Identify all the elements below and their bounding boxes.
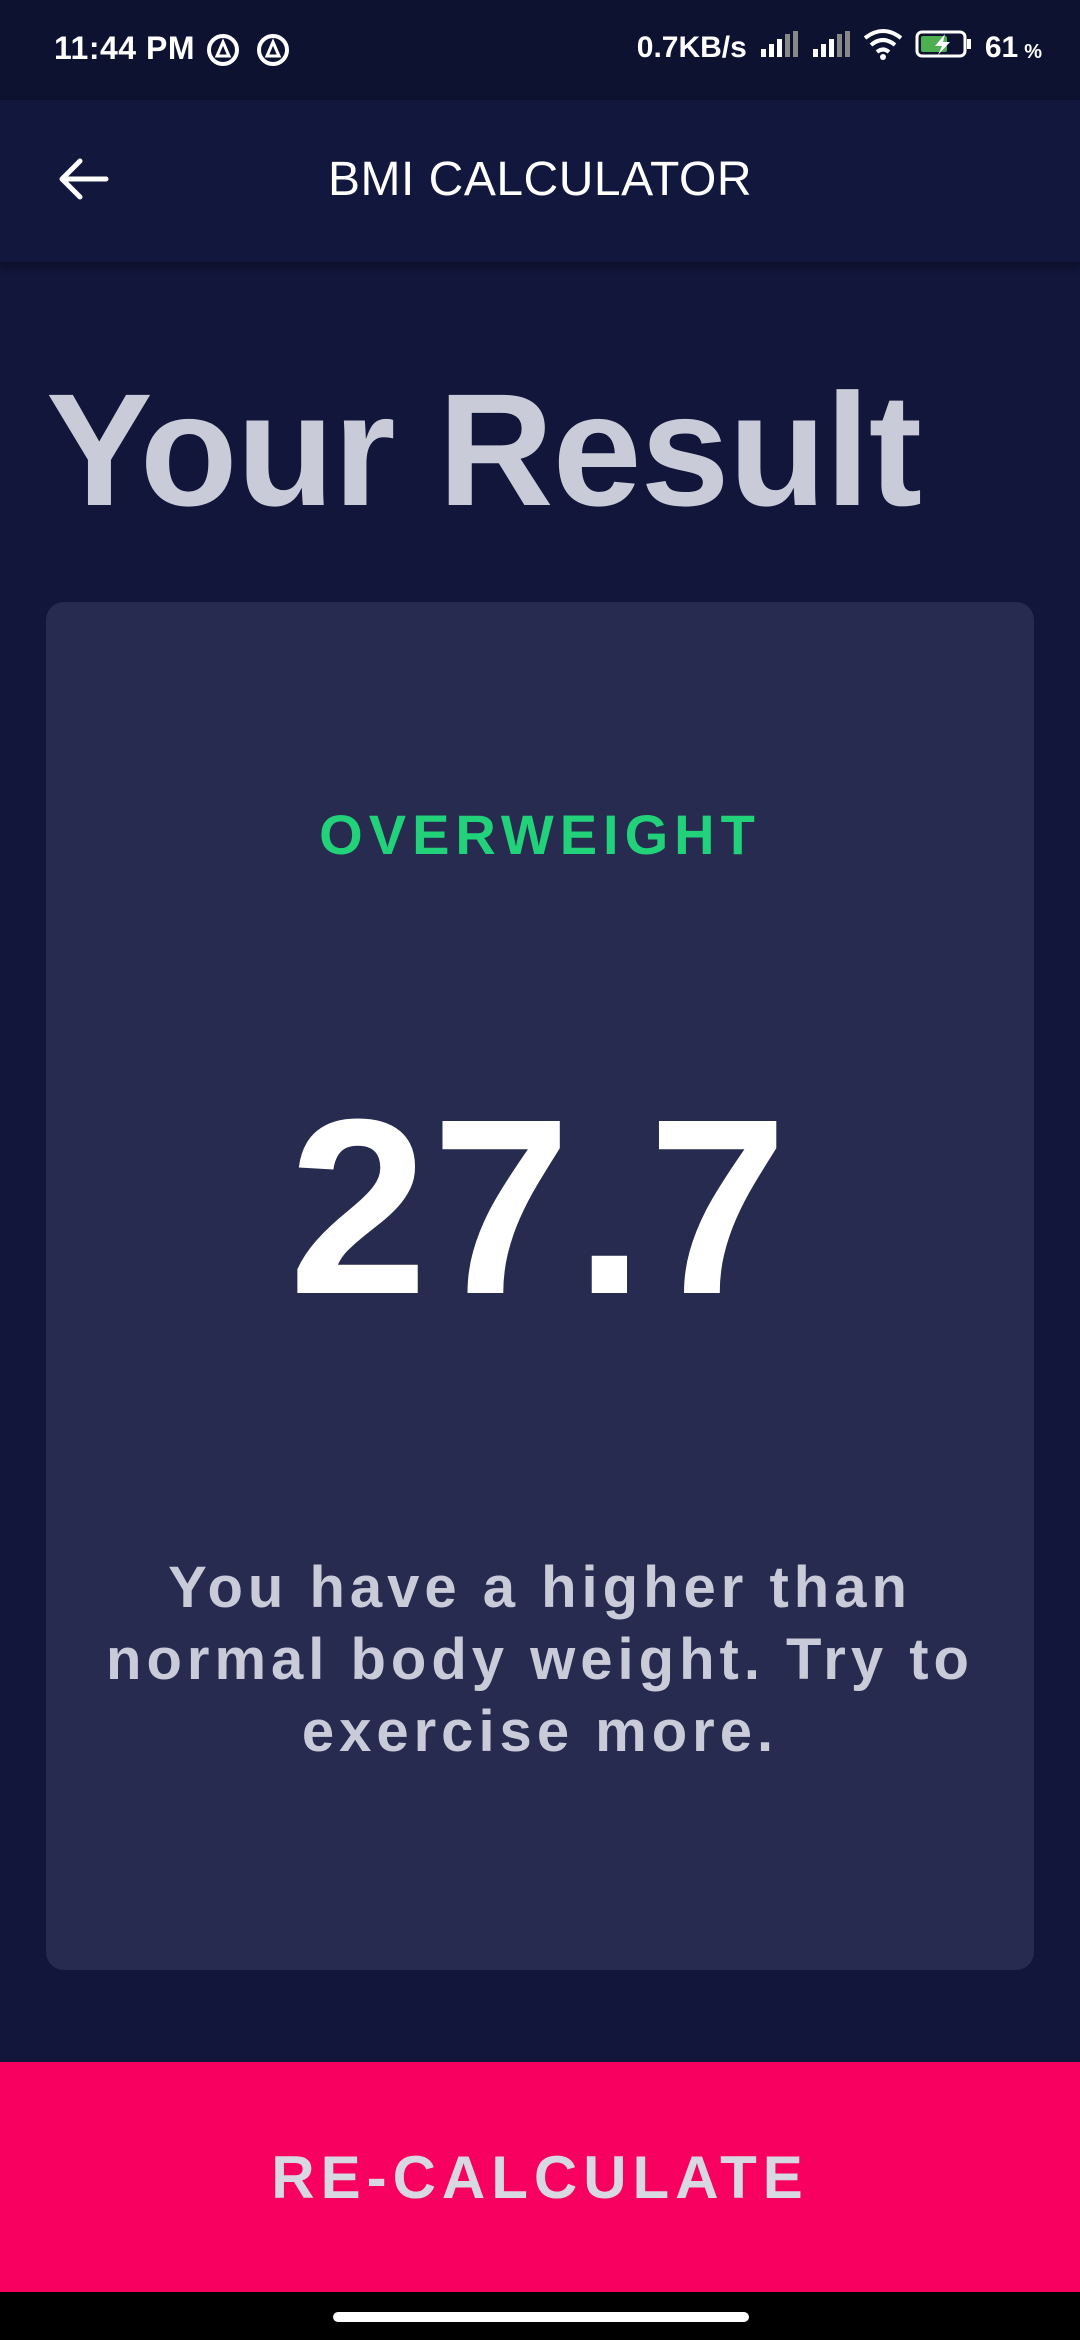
result-card: OVERWEIGHT 27.7 You have a higher than n… xyxy=(46,602,1034,1970)
recalculate-label: RE-CALCULATE xyxy=(271,2143,809,2211)
recalculate-button[interactable]: RE-CALCULATE xyxy=(0,2062,1080,2292)
status-bar: 11:44 PM 0.7KB/s 61 % xyxy=(0,0,1080,100)
app-bar: BMI CALCULATOR xyxy=(0,100,1080,262)
status-right: 0.7KB/s 61 % xyxy=(637,28,1042,68)
network-speed: 0.7KB/s xyxy=(636,31,747,64)
wifi-icon xyxy=(863,28,903,68)
signal-icon xyxy=(759,31,799,65)
bmi-status-label: OVERWEIGHT xyxy=(319,803,761,866)
home-indicator[interactable] xyxy=(333,2312,749,2322)
system-nav-bar xyxy=(0,2292,1080,2340)
app-notification-icon xyxy=(255,32,291,73)
battery-level: 61 xyxy=(984,31,1019,64)
bmi-advice-text: You have a higher than normal body weigh… xyxy=(106,1555,974,1764)
status-time: 11:44 PM xyxy=(54,30,195,66)
battery-charging-icon xyxy=(915,29,973,67)
page-title: Your Result xyxy=(46,360,922,539)
app-notification-icon xyxy=(205,32,241,73)
notification-icons xyxy=(205,32,291,73)
battery-unit: % xyxy=(1024,40,1042,63)
app-title: BMI CALCULATOR xyxy=(328,153,752,206)
bmi-value: 27.7 xyxy=(288,1067,792,1346)
signal-icon xyxy=(811,31,851,65)
